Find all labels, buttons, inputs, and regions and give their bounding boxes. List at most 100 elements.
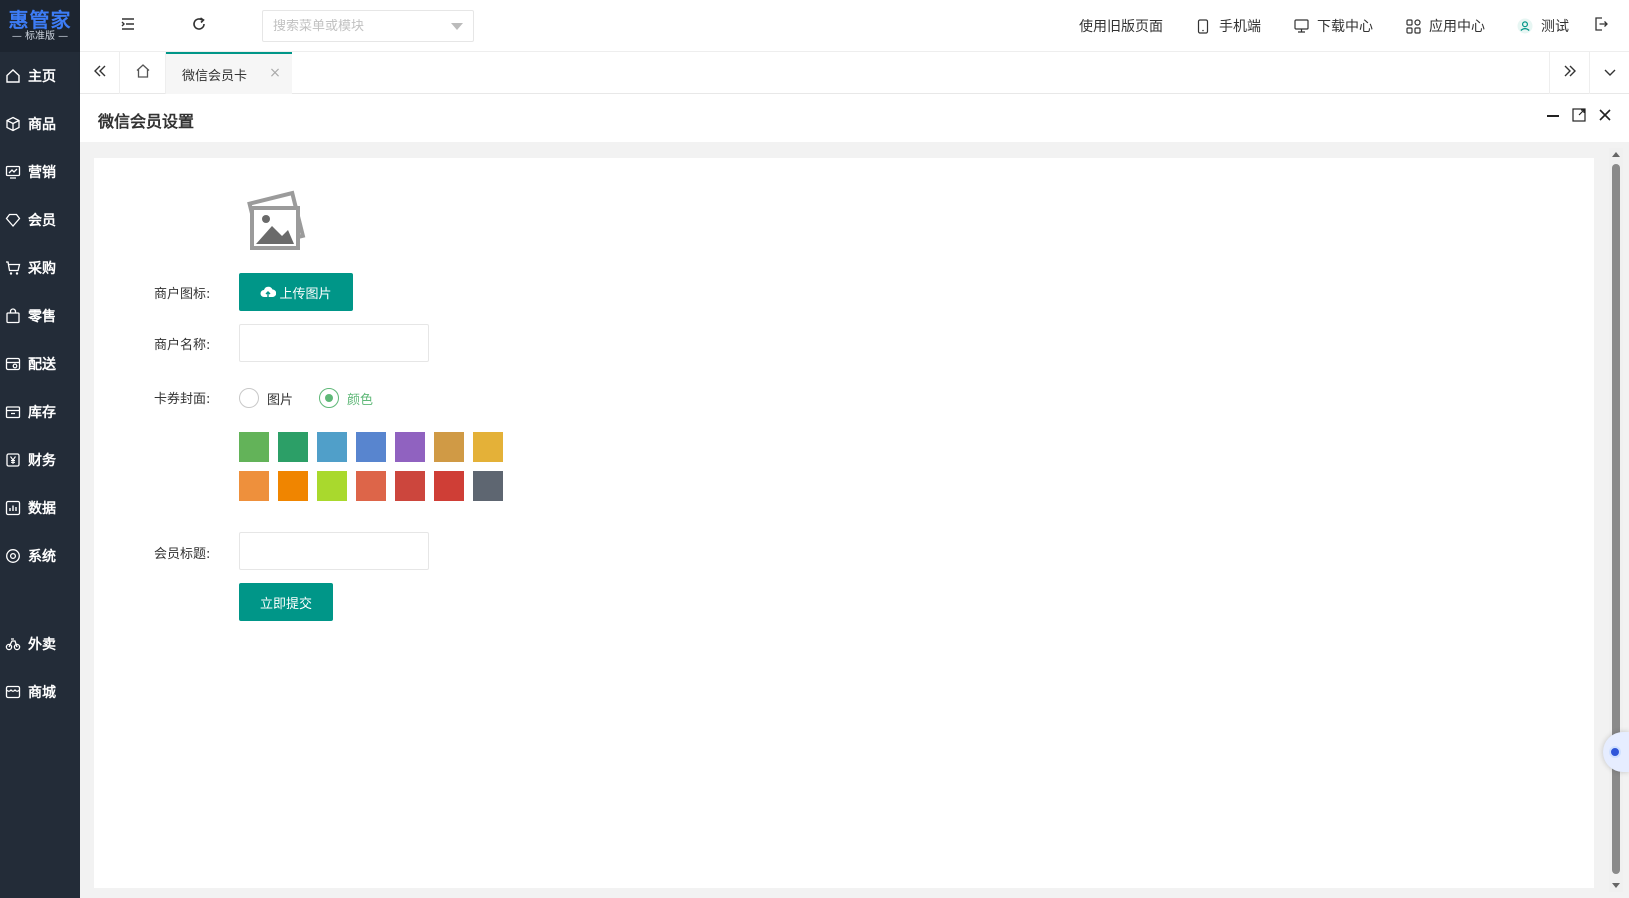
user-menu[interactable]: 测试 [1501,0,1585,52]
member-title-input[interactable] [239,532,429,570]
sidebar: 惠管家 — 标准版 — 主页 商品 营销 会员 采购 零售 配送 库存 财务 数… [0,0,80,898]
merchant-name-input[interactable] [239,324,429,362]
cart-icon [4,259,22,277]
bike-icon [4,635,22,653]
color-swatch[interactable] [473,471,503,501]
page-header: 微信会员设置 [80,94,1629,142]
assistant-icon [1609,746,1621,758]
maximize-icon [1572,108,1586,126]
download-center-label: 下载中心 [1317,19,1373,35]
cover-option-image-radio[interactable]: 图片 [239,388,293,408]
menu-search-input[interactable] [273,18,443,34]
sidebar-item-inventory[interactable]: 库存 [0,388,80,436]
sidebar-item-data[interactable]: 数据 [0,484,80,532]
chevron-down-icon[interactable] [451,23,463,30]
home-icon [4,67,22,85]
sidebar-item-purchase[interactable]: 采购 [0,244,80,292]
sidebar-item-mall[interactable]: 商城 [0,668,80,716]
chevron-down-icon [1604,66,1616,81]
sidebar-item-home[interactable]: 主页 [0,52,80,100]
logo-subtitle-text: 标准版 [25,31,55,42]
cover-option-image-label: 图片 [267,392,294,408]
old-version-link[interactable]: 使用旧版页面 [1063,0,1179,52]
scroll-up-arrow-icon[interactable] [1612,152,1620,157]
app-center-link[interactable]: 应用中心 [1389,0,1501,52]
sidebar-item-marketing[interactable]: 营销 [0,148,80,196]
cover-option-color-label: 颜色 [347,392,374,408]
download-center-link[interactable]: 下载中心 [1277,0,1389,52]
app-root: 惠管家 — 标准版 — 主页 商品 营销 会员 采购 零售 配送 库存 财务 数… [0,0,1629,898]
color-swatch[interactable] [317,471,347,501]
sidebar-item-label: 系统 [28,549,56,565]
sidebar-item-finance[interactable]: 财务 [0,436,80,484]
color-swatch[interactable] [395,471,425,501]
logout-button[interactable] [1585,0,1629,52]
color-swatch[interactable] [434,471,464,501]
radio-circle [239,388,259,408]
tabs-scroll-left-button[interactable] [80,52,120,94]
minimize-icon [1546,108,1560,126]
topbar-actions: 使用旧版页面 手机端 下载中心 应用中心 测试 [1063,0,1629,52]
color-swatch[interactable] [278,471,308,501]
color-swatch[interactable] [317,432,347,462]
chart-icon [4,163,22,181]
sidebar-item-takeout[interactable]: 外卖 [0,620,80,668]
vertical-scrollbar[interactable] [1609,148,1623,892]
sidebar-item-system[interactable]: 系统 [0,532,80,580]
refresh-icon [191,16,207,36]
sidebar-item-label: 商城 [28,685,56,701]
upload-image-button[interactable]: 上传图片 [239,273,353,311]
color-swatch[interactable] [395,432,425,462]
mobile-link[interactable]: 手机端 [1179,0,1277,52]
merchant-icon-preview [244,188,306,250]
home-icon [135,63,151,83]
settings-icon [4,547,22,565]
logo-subtitle: — 标准版 — [11,31,69,42]
image-placeholder-icon [244,190,306,254]
scroll-down-arrow-icon[interactable] [1612,883,1620,888]
close-panel-button[interactable] [1594,106,1616,128]
close-icon [1598,108,1612,126]
color-swatch[interactable] [356,471,386,501]
maximize-button[interactable] [1568,106,1590,128]
menu-search-select[interactable] [262,10,474,42]
color-swatch[interactable] [434,432,464,462]
user-name: 测试 [1541,19,1569,35]
logo[interactable]: 惠管家 — 标准版 — [0,0,80,52]
tabs-scroll-right-button[interactable] [1549,52,1589,94]
monitor-icon [1293,18,1309,34]
store-icon [4,683,22,701]
refresh-button[interactable] [187,14,211,38]
box-icon [4,403,22,421]
submit-button[interactable]: 立即提交 [239,583,333,621]
cover-option-color-radio[interactable]: 颜色 [319,388,373,408]
tabs-dropdown-button[interactable] [1589,52,1629,94]
double-chevron-left-icon [93,65,107,81]
sidebar-item-label: 零售 [28,309,56,325]
old-version-label: 使用旧版页面 [1079,19,1163,35]
tab-home[interactable] [120,52,166,94]
page-title: 微信会员设置 [98,112,195,131]
double-chevron-right-icon [1563,65,1577,81]
logo-title: 惠管家 [8,8,72,32]
tab-wechat-member-card[interactable]: 微信会员卡 × [166,52,292,94]
minimize-button[interactable] [1542,106,1564,128]
sidebar-item-label: 数据 [28,501,56,517]
menu-fold-icon [120,17,136,35]
floating-assistant-widget[interactable] [1603,732,1629,772]
topbar: 使用旧版页面 手机端 下载中心 应用中心 测试 [80,0,1629,52]
color-swatch[interactable] [356,432,386,462]
radio-circle [319,388,339,408]
color-swatch[interactable] [278,432,308,462]
sidebar-item-label: 商品 [28,117,56,133]
sidebar-item-retail[interactable]: 零售 [0,292,80,340]
close-icon[interactable]: × [268,65,282,81]
color-swatch[interactable] [239,432,269,462]
color-swatch[interactable] [473,432,503,462]
menu-toggle-button[interactable] [116,14,140,38]
sidebar-item-goods[interactable]: 商品 [0,100,80,148]
sidebar-item-delivery[interactable]: 配送 [0,340,80,388]
sidebar-item-members[interactable]: 会员 [0,196,80,244]
color-swatch[interactable] [239,471,269,501]
